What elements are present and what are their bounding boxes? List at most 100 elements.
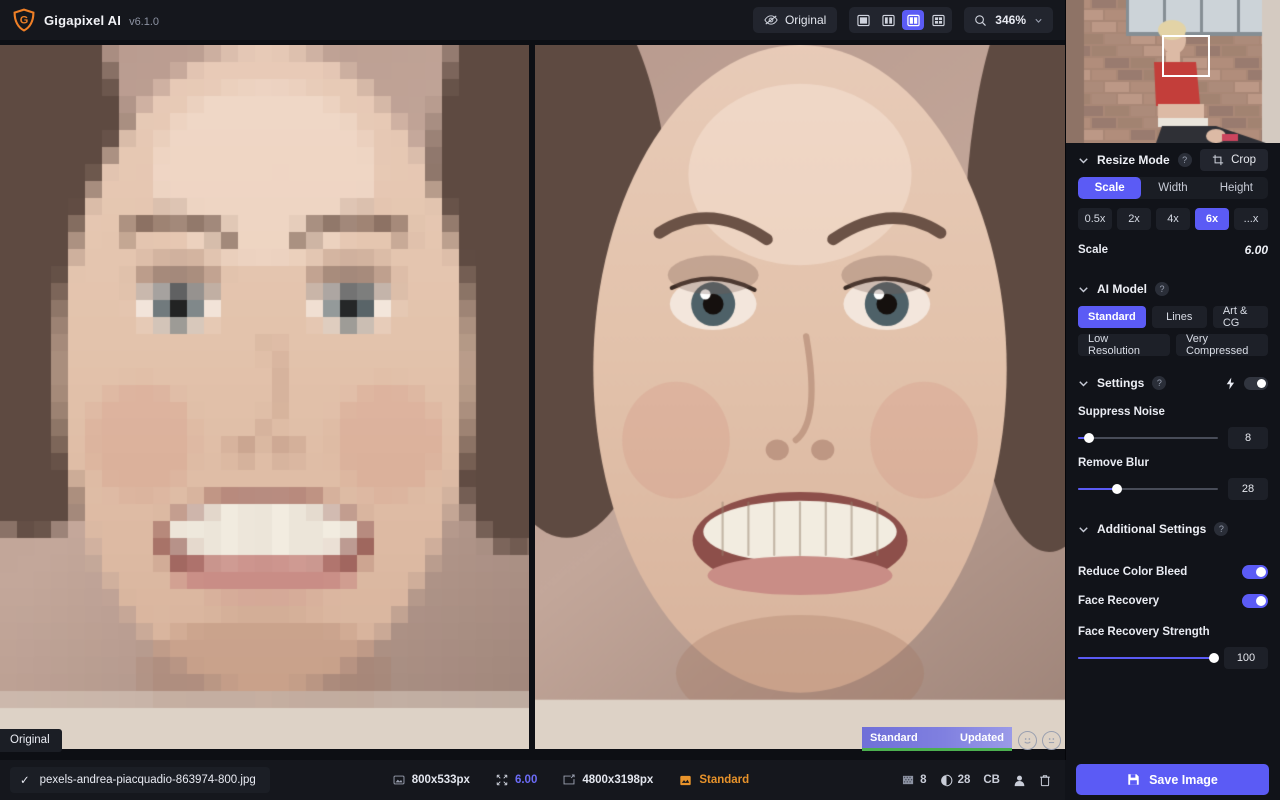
file-check-icon: ✓ bbox=[20, 775, 30, 787]
settings-help-icon[interactable]: ? bbox=[1152, 376, 1167, 390]
ai-model-lines[interactable]: Lines bbox=[1151, 306, 1207, 328]
save-image-button[interactable]: Save Image bbox=[1076, 764, 1269, 795]
navigator-viewport-rect[interactable] bbox=[1162, 35, 1210, 77]
feedback-buttons bbox=[1018, 731, 1061, 750]
delete-button[interactable] bbox=[1039, 774, 1051, 787]
ai-model-art-cg[interactable]: Art & CG bbox=[1212, 305, 1268, 329]
top-toolbar: G Gigapixel AI v6.1.0 Original 346% bbox=[0, 0, 1065, 40]
badge-model-name: Standard bbox=[870, 731, 918, 744]
settings-section-header[interactable]: Settings ? bbox=[1066, 366, 1280, 400]
face-recovery-strength-value[interactable]: 100 bbox=[1224, 647, 1268, 669]
current-file-chip[interactable]: ✓ pexels-andrea-piacquadio-863974-800.jp… bbox=[10, 767, 270, 793]
remove-blur-label: Remove Blur bbox=[1078, 457, 1149, 469]
auto-settings-control bbox=[1225, 376, 1268, 390]
original-toggle-button[interactable]: Original bbox=[752, 7, 838, 33]
additional-settings-section-header[interactable]: Additional Settings ? bbox=[1066, 512, 1280, 546]
reduce-color-bleed-row: Reduce Color Bleed bbox=[1066, 558, 1280, 585]
image-navigator-thumbnail[interactable] bbox=[1066, 0, 1280, 143]
view-mode-grid-button[interactable] bbox=[927, 10, 949, 30]
magnifier-icon bbox=[975, 14, 987, 26]
original-image-pane[interactable] bbox=[0, 45, 529, 749]
resize-tab-width[interactable]: Width bbox=[1141, 177, 1204, 199]
image-canvas-area: Original Standard Updated bbox=[0, 40, 1065, 760]
resize-mode-section-header[interactable]: Resize Mode ? Crop bbox=[1066, 143, 1280, 177]
scale-value[interactable]: 6.00 bbox=[1245, 243, 1268, 257]
suppress-noise-control: Suppress Noise 8 bbox=[1066, 400, 1280, 451]
view-mode-single-button[interactable] bbox=[852, 10, 874, 30]
ai-model-section-header[interactable]: AI Model ? bbox=[1066, 272, 1280, 306]
lightning-bolt-icon bbox=[1226, 377, 1235, 389]
face-recovery-row: Face Recovery bbox=[1066, 587, 1280, 614]
ai-model-low-resolution[interactable]: Low Resolution bbox=[1078, 333, 1170, 357]
reduce-color-bleed-label: Reduce Color Bleed bbox=[1078, 565, 1188, 578]
neutral-face-glyph bbox=[1048, 738, 1055, 744]
view-mode-segmented-control bbox=[849, 7, 953, 33]
chevron-down-icon bbox=[1035, 18, 1042, 23]
output-size-label: 4800x3198px bbox=[582, 774, 654, 786]
quad-pane-icon bbox=[932, 14, 945, 26]
chevron-down-icon bbox=[1079, 157, 1088, 163]
face-recovery-toggle[interactable] bbox=[1242, 593, 1268, 608]
scale-presets: 0.5x 2x 4x 6x ...x bbox=[1078, 208, 1268, 230]
scale-preset-custom[interactable]: ...x bbox=[1234, 208, 1268, 230]
scale-preset-4x[interactable]: 4x bbox=[1156, 208, 1190, 230]
resize-mode-help-icon[interactable]: ? bbox=[1177, 153, 1192, 167]
smiley-happy-icon[interactable] bbox=[1018, 731, 1037, 750]
two-pane-icon bbox=[882, 14, 895, 26]
trash-icon bbox=[1040, 774, 1050, 786]
ai-model-very-compressed[interactable]: Very Compressed bbox=[1176, 333, 1268, 357]
auto-settings-toggle[interactable] bbox=[1244, 376, 1268, 390]
crop-icon bbox=[1212, 154, 1224, 166]
resize-mode-tabs: Scale Width Height 0.5x 2x 4x 6x ...x bbox=[1066, 177, 1280, 230]
remove-blur-value[interactable]: 28 bbox=[1228, 478, 1268, 500]
model-chip-icon bbox=[680, 775, 692, 785]
reduce-color-bleed-toggle[interactable] bbox=[1242, 564, 1268, 579]
settings-panel: Resize Mode ? Crop Scale Width Height 0.… bbox=[1065, 0, 1280, 800]
resize-mode-title: Resize Mode bbox=[1097, 153, 1170, 167]
app-version: v6.1.0 bbox=[129, 15, 160, 28]
crop-button[interactable]: Crop bbox=[1200, 149, 1268, 171]
additional-settings-help-icon[interactable]: ? bbox=[1214, 522, 1229, 536]
suppress-noise-slider[interactable] bbox=[1078, 432, 1218, 444]
original-image bbox=[0, 45, 529, 749]
chevron-down-icon bbox=[1079, 380, 1088, 386]
scale-value-row: Scale 6.00 bbox=[1066, 240, 1280, 260]
remove-blur-slider[interactable] bbox=[1078, 483, 1218, 495]
chevron-down-icon bbox=[1079, 286, 1088, 292]
zoom-level-label: 346% bbox=[995, 13, 1026, 27]
view-mode-side-by-side-button[interactable] bbox=[902, 10, 925, 30]
status-bar: ✓ pexels-andrea-piacquadio-863974-800.jp… bbox=[0, 760, 1065, 800]
app-name: Gigapixel AI bbox=[44, 12, 122, 28]
view-mode-split-button[interactable] bbox=[877, 10, 899, 30]
ai-model-buttons: Standard Lines Art & CG Low Resolution V… bbox=[1066, 305, 1280, 357]
ai-model-help-icon[interactable]: ? bbox=[1155, 282, 1169, 296]
happy-face-glyph bbox=[1024, 738, 1031, 744]
noise-grid-icon bbox=[903, 775, 914, 785]
image-in-icon bbox=[393, 775, 405, 785]
floppy-save-icon bbox=[1128, 774, 1139, 785]
resize-arrows-icon bbox=[496, 774, 508, 786]
scale-preset-0-5x[interactable]: 0.5x bbox=[1078, 208, 1112, 230]
original-toggle-label: Original bbox=[784, 13, 827, 27]
noise-stat: 8 bbox=[902, 774, 927, 786]
svg-text:G: G bbox=[20, 15, 29, 27]
side-by-side-icon bbox=[907, 14, 920, 26]
suppress-noise-value[interactable]: 8 bbox=[1228, 427, 1268, 449]
remove-blur-control: Remove Blur 28 bbox=[1066, 451, 1280, 502]
face-recovery-label: Face Recovery bbox=[1078, 594, 1160, 607]
scale-preset-6x[interactable]: 6x bbox=[1195, 208, 1229, 230]
resize-tab-scale[interactable]: Scale bbox=[1078, 177, 1142, 199]
zoom-control[interactable]: 346% bbox=[964, 7, 1053, 33]
resize-tab-height[interactable]: Height bbox=[1205, 177, 1268, 199]
face-recovery-strength-slider[interactable] bbox=[1078, 652, 1219, 664]
additional-settings-title: Additional Settings bbox=[1097, 522, 1207, 536]
panel-sections: Resize Mode ? Crop Scale Width Height 0.… bbox=[1066, 143, 1280, 671]
settings-title: Settings bbox=[1097, 376, 1145, 390]
scale-preset-2x[interactable]: 2x bbox=[1117, 208, 1151, 230]
model-status-item: Standard bbox=[679, 774, 749, 787]
processing-stats: 8 28 CB bbox=[902, 774, 1051, 787]
save-bar: Save Image bbox=[1065, 760, 1280, 800]
ai-model-standard[interactable]: Standard bbox=[1078, 306, 1146, 328]
processed-image-pane[interactable] bbox=[535, 45, 1065, 749]
smiley-neutral-icon[interactable] bbox=[1042, 731, 1061, 750]
